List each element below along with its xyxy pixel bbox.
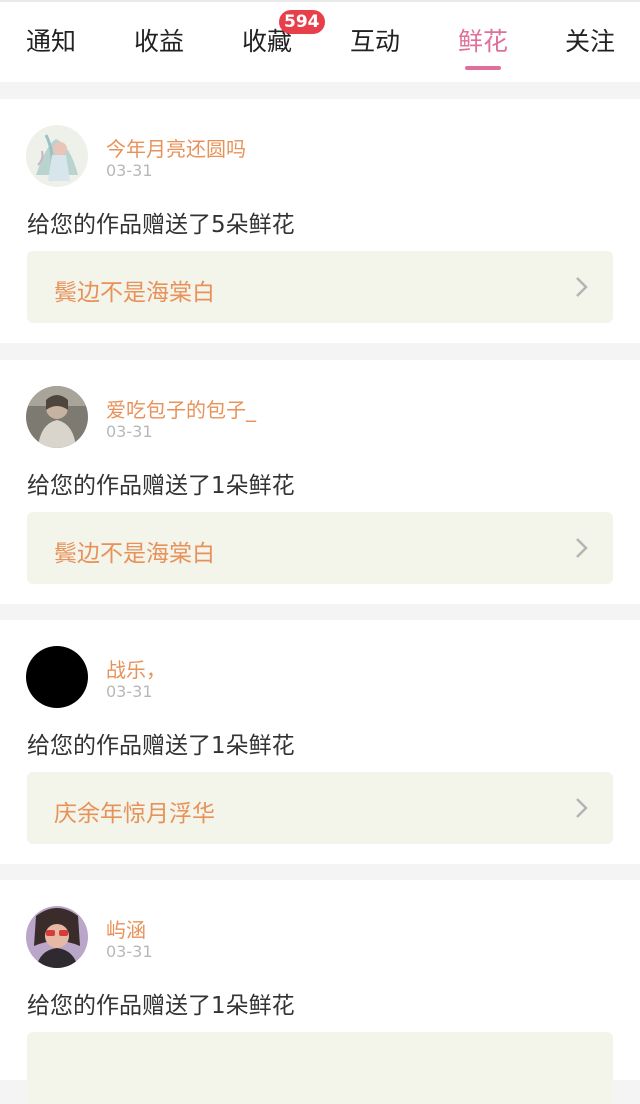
work-title: 鬓边不是海棠白 bbox=[54, 280, 215, 306]
work-link[interactable]: 鬓边不是海棠白 bbox=[27, 251, 613, 323]
work-link[interactable]: 鬓边不是海棠白 bbox=[27, 512, 613, 584]
work-link[interactable]: 庆余年惊月浮华 bbox=[27, 772, 613, 844]
date: 03-31 bbox=[106, 161, 153, 180]
avatar[interactable] bbox=[26, 906, 88, 968]
username[interactable]: 今年月亮还圆吗 bbox=[106, 133, 246, 162]
tab-label: 收益 bbox=[133, 27, 184, 56]
tab-favorites[interactable]: 收藏 594 bbox=[217, 10, 325, 64]
tab-follows[interactable]: 关注 bbox=[540, 24, 640, 64]
tab-label: 通知 bbox=[25, 27, 76, 56]
flower-notification-card: 爱吃包子的包子_ 03-31 给您的作品赠送了1朵鲜花 鬓边不是海棠白 bbox=[0, 360, 640, 604]
avatar[interactable] bbox=[26, 646, 88, 708]
gift-message: 给您的作品赠送了1朵鲜花 bbox=[27, 733, 295, 759]
date: 03-31 bbox=[106, 422, 153, 441]
tab-label: 鲜花 bbox=[457, 27, 508, 56]
gift-message: 给您的作品赠送了5朵鲜花 bbox=[27, 212, 295, 238]
username[interactable]: 战乐， bbox=[106, 654, 166, 683]
tab-label: 互动 bbox=[349, 27, 400, 56]
gift-message: 给您的作品赠送了1朵鲜花 bbox=[27, 993, 295, 1019]
tab-earnings[interactable]: 收益 bbox=[109, 24, 209, 64]
work-title: 庆余年惊月浮华 bbox=[54, 801, 215, 827]
date: 03-31 bbox=[106, 682, 153, 701]
chevron-right-icon bbox=[576, 277, 588, 297]
work-link[interactable] bbox=[27, 1032, 613, 1104]
username[interactable]: 屿涵 bbox=[106, 914, 146, 943]
flower-notification-card: 战乐， 03-31 给您的作品赠送了1朵鲜花 庆余年惊月浮华 bbox=[0, 620, 640, 864]
work-title: 鬓边不是海棠白 bbox=[54, 541, 215, 567]
avatar[interactable] bbox=[26, 386, 88, 448]
tab-flowers[interactable]: 鲜花 bbox=[433, 24, 533, 70]
flower-notification-card: 今年月亮还圆吗 03-31 给您的作品赠送了5朵鲜花 鬓边不是海棠白 bbox=[0, 99, 640, 343]
top-tab-bar: 通知 收益 收藏 594 互动 鲜花 关注 bbox=[0, 0, 640, 82]
tab-label: 关注 bbox=[564, 27, 615, 56]
tab-interactions[interactable]: 互动 bbox=[325, 24, 425, 64]
avatar[interactable] bbox=[26, 125, 88, 187]
gift-message: 给您的作品赠送了1朵鲜花 bbox=[27, 473, 295, 499]
date: 03-31 bbox=[106, 942, 153, 961]
flower-notification-card: 屿涵 03-31 给您的作品赠送了1朵鲜花 bbox=[0, 880, 640, 1104]
active-tab-indicator bbox=[465, 66, 501, 70]
chevron-right-icon bbox=[576, 798, 588, 818]
chevron-right-icon bbox=[576, 538, 588, 558]
username[interactable]: 爱吃包子的包子_ bbox=[106, 394, 256, 423]
tab-notifications[interactable]: 通知 bbox=[1, 24, 101, 64]
favorites-count-badge: 594 bbox=[279, 10, 325, 34]
